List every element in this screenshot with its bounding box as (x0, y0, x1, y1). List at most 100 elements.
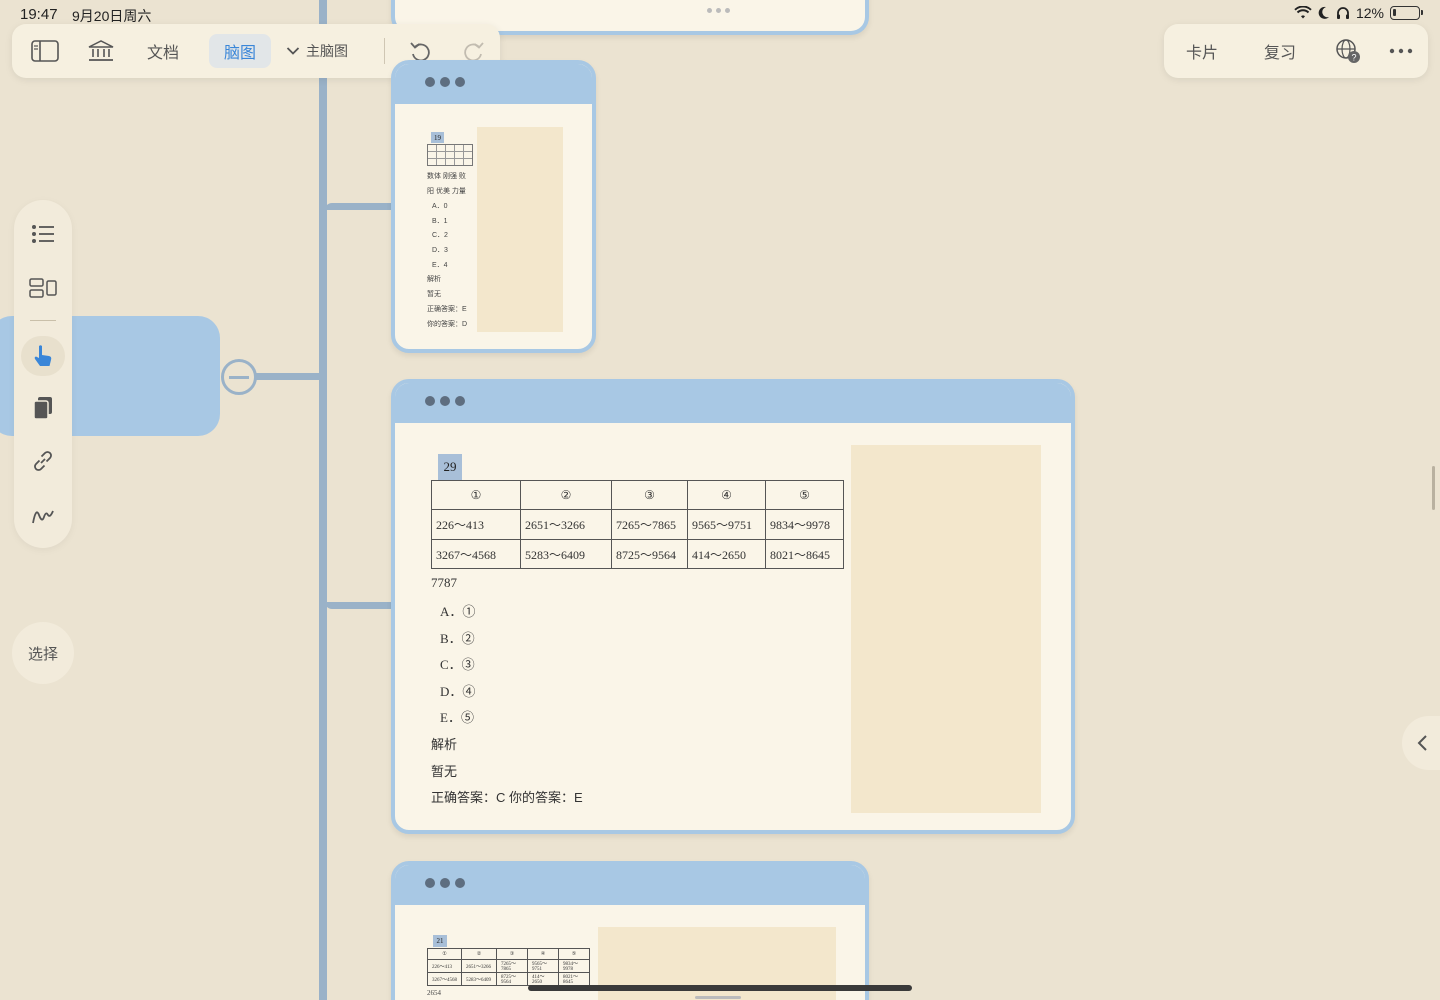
table-header: ③ (496, 948, 528, 960)
cards-button[interactable]: 卡片 (1176, 34, 1228, 68)
mindmap-card[interactable]: 21 ① ② ③ ④ ⑤ 226～413 2651～3266 7265～7865… (391, 861, 869, 1000)
table-cell: 7265～7865 (611, 509, 688, 540)
more-horizontal-icon (1389, 48, 1413, 54)
sidebar-toggle-button[interactable] (30, 34, 60, 68)
headphones-icon (1336, 7, 1349, 19)
web-help-button[interactable]: ? (1332, 34, 1364, 68)
freehand-draw-button[interactable] (28, 500, 58, 530)
table-cell: 5283～6409 (461, 972, 497, 986)
table-header: ② (520, 480, 612, 510)
table-cell: 9565～9751 (527, 959, 559, 973)
more-menu-button[interactable] (1384, 34, 1418, 68)
review-button[interactable]: 复习 (1254, 34, 1306, 68)
wifi-icon (1294, 6, 1312, 19)
table-header: ② (461, 948, 497, 960)
table-cell: 8725～9564 (496, 972, 528, 986)
copy-pages-button[interactable] (28, 393, 58, 423)
mindmap-card[interactable]: 19 数体 刚强 败 阳 优美 力量 A．0 B．1 C．2 D．3 E．4 解… (391, 60, 596, 353)
your-answer: 你的答案：D (427, 321, 468, 328)
table-cell: 7265～7865 (496, 959, 528, 973)
main-mindmap-label: 主脑图 (306, 43, 348, 59)
option-e: E．⑤ (440, 710, 474, 725)
card-header (395, 383, 1071, 423)
library-icon (88, 40, 114, 61)
table-cell: 414～2650 (527, 972, 559, 986)
table-cell: 9834～9978 (558, 959, 590, 973)
battery-icon (1390, 6, 1423, 20)
card-header (395, 64, 592, 104)
option-c: C．2 (432, 232, 448, 239)
question-line: 阳 优美 力量 (427, 188, 466, 195)
pointer-tool-button[interactable] (28, 341, 58, 371)
analysis-label: 解析 (431, 737, 458, 752)
more-dots-icon[interactable] (707, 8, 730, 13)
layout-button[interactable] (28, 273, 58, 303)
table-cell: 8725～9564 (611, 539, 688, 569)
answer-line: 正确答案：C 你的答案：E (431, 790, 583, 805)
sidebar-divider (30, 320, 56, 321)
chevron-left-icon (1417, 735, 1427, 751)
card-side-panel (851, 445, 1041, 813)
card-resize-handle[interactable] (695, 996, 741, 999)
right-drawer-button[interactable] (1402, 716, 1440, 770)
outline-list-button[interactable] (28, 219, 58, 249)
sidebar-toggle-icon (31, 40, 59, 62)
link-icon (34, 451, 52, 471)
question-number: 29 (438, 454, 462, 480)
select-button[interactable]: 选择 (12, 622, 74, 684)
right-toolbar: 卡片 复习 ? (1164, 24, 1428, 78)
table-cell: 5283～6409 (520, 539, 612, 569)
table-cell: 8021～8645 (558, 972, 590, 986)
card-side-panel (477, 127, 563, 332)
table-header: ⑤ (765, 480, 844, 510)
moon-icon (1318, 6, 1329, 19)
table-header: ④ (687, 480, 766, 510)
list-icon (32, 225, 54, 243)
table-header: ① (431, 480, 521, 510)
layout-icon (29, 278, 57, 298)
scroll-indicator[interactable] (1432, 466, 1435, 510)
link-tool-button[interactable] (28, 446, 58, 476)
web-help-icon: ? (1336, 39, 1360, 63)
card-menu-dots-icon[interactable] (425, 77, 465, 87)
card-menu-dots-icon[interactable] (425, 878, 465, 888)
card-menu-dots-icon[interactable] (425, 396, 465, 406)
analysis-label: 解析 (427, 276, 441, 283)
hand-pointer-icon (34, 345, 52, 366)
home-indicator[interactable] (528, 985, 912, 991)
mindmap-connector (325, 203, 391, 210)
mindmap-card-main[interactable]: 29 ① ② ③ ④ ⑤ 226～413 2651～3266 7265～7865… (391, 379, 1075, 834)
card-header (395, 865, 865, 905)
documents-icon (33, 397, 52, 420)
redo-icon (464, 42, 484, 62)
table-header: ④ (527, 948, 559, 960)
question-stem: 2654 (427, 989, 441, 997)
option-d: D．④ (440, 684, 476, 699)
tab-document[interactable]: 文档 (140, 34, 186, 68)
question-stem: 7787 (431, 575, 457, 590)
svg-text:?: ? (1351, 53, 1356, 63)
option-a: A．0 (432, 203, 448, 210)
mindmap-connector (255, 373, 321, 380)
scribble-icon (32, 510, 54, 524)
status-time: 19:47 (20, 6, 58, 23)
main-mindmap-selector[interactable]: 主脑图 (282, 34, 352, 68)
mindmap-connector (325, 602, 391, 609)
table-header: ⑤ (558, 948, 590, 960)
option-e: E．4 (432, 262, 448, 269)
tab-mindmap[interactable]: 脑图 (209, 34, 271, 68)
option-c: C．③ (440, 657, 475, 672)
mini-table (427, 144, 473, 166)
table-cell: 9834～9978 (765, 509, 844, 540)
collapse-node-button[interactable] (221, 359, 257, 395)
table-cell: 226～413 (427, 959, 462, 973)
left-tool-sidebar (14, 200, 72, 548)
mindmap-connector (319, 0, 327, 1000)
table-cell: 414～2650 (687, 539, 766, 569)
question-number: 21 (433, 935, 447, 947)
library-button[interactable] (86, 34, 116, 68)
option-d: D．3 (432, 247, 448, 254)
range-table: ① ② ③ ④ ⑤ 226～413 2651～3266 7265～7865 95… (427, 948, 590, 986)
option-b: B．② (440, 631, 475, 646)
table-header: ① (427, 948, 462, 960)
